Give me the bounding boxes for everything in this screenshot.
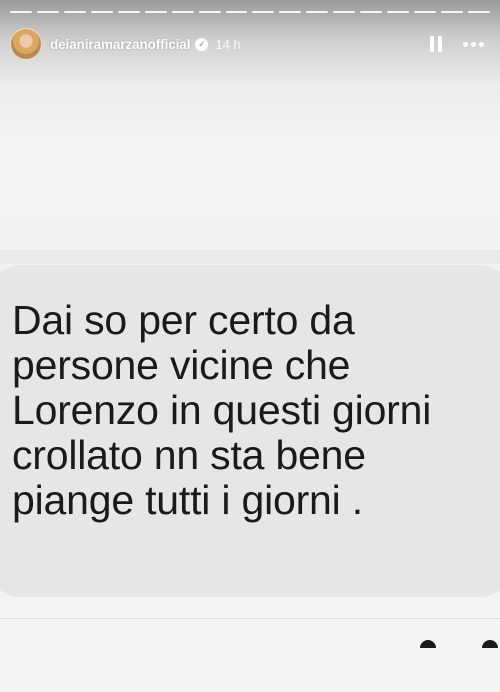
bottom-divider xyxy=(0,618,500,619)
progress-segment xyxy=(225,11,248,13)
progress-segment xyxy=(360,11,383,13)
progress-segment xyxy=(467,11,490,13)
progress-segment xyxy=(414,11,436,13)
screenshot-divider xyxy=(0,250,500,264)
verified-badge-icon: ✓ xyxy=(195,37,209,51)
progress-segment xyxy=(90,11,113,13)
pause-icon[interactable] xyxy=(429,36,443,52)
progress-segment xyxy=(279,11,302,13)
progress-segment xyxy=(117,11,140,13)
progress-segment xyxy=(252,11,275,13)
progress-segment xyxy=(63,11,86,13)
post-time: 14 h xyxy=(215,36,241,52)
story-progress-bar xyxy=(10,11,490,14)
progress-segment xyxy=(198,11,221,13)
progress-segment xyxy=(333,11,356,13)
story-header: deianiramarzanofficial ✓ 14 h xyxy=(10,27,490,61)
progress-segment xyxy=(387,11,410,13)
message-text: Dai so per certo da persone vicine che L… xyxy=(12,297,432,523)
progress-segment xyxy=(144,11,167,13)
progress-segment xyxy=(10,11,32,13)
avatar[interactable] xyxy=(10,28,42,60)
more-options-icon[interactable] xyxy=(463,41,484,47)
progress-segment xyxy=(36,11,59,13)
progress-segment xyxy=(441,11,463,13)
progress-segment xyxy=(171,11,194,13)
progress-segment xyxy=(306,11,329,13)
username[interactable]: deianiramarzanofficial xyxy=(50,37,190,52)
